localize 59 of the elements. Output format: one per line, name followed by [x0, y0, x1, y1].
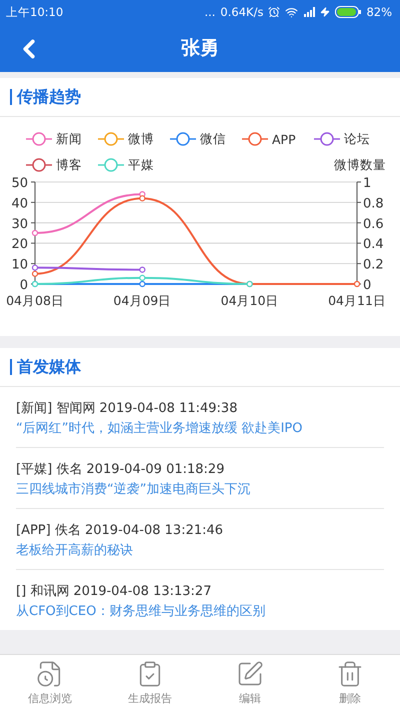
y-tick-label: 50 [11, 176, 28, 191]
x-tick-label: 04月09日 [113, 293, 172, 308]
y2-tick-label: 0.8 [363, 196, 384, 212]
x-tick-label: 04月08日 [6, 293, 64, 308]
section-title: 传播趋势 [10, 89, 81, 105]
x-tick-label: 04月10日 [220, 293, 279, 308]
legend-item[interactable]: 论坛 [314, 130, 386, 148]
source-info: [新闻] 智闻网 2019-04-08 11:49:38 [16, 400, 238, 418]
battery-percent: 82% [366, 5, 392, 19]
line-chart: 0 10 20 30 40 50 0 0.2 0.4 0.6 0.8 1 04月08日 04月09日 04月10日 04月11日 [0, 174, 400, 318]
y-tick-label: 0 [20, 278, 28, 293]
wifi-icon [285, 6, 298, 18]
alarm-icon [268, 6, 280, 18]
y-tick-label: 20 [11, 237, 28, 252]
network-speed: 0.64K/s [220, 5, 264, 19]
tab-button[interactable]: 删除 [300, 655, 400, 711]
article-link[interactable]: 从CFO到CEO：财务思维与业务思维的区别 [16, 602, 384, 622]
legend-item[interactable]: 微博 [98, 130, 170, 148]
article-link[interactable]: 老板给开高薪的秘诀 [16, 541, 384, 561]
section-title: 首发媒体 [10, 359, 81, 375]
tab-button[interactable]: 生成报告 [100, 655, 200, 711]
point [354, 280, 360, 288]
axis-title: 微博数量 [334, 157, 386, 174]
y2-tick-label: 0.6 [363, 216, 384, 232]
tab-button[interactable]: 信息浏览 [0, 655, 100, 711]
source-info: [平媒] 佚名 2019-04-09 01:18:29 [16, 461, 226, 479]
y2-tick-label: 1 [363, 176, 372, 191]
status-dots: ... [204, 5, 216, 19]
source-info: [APP] 佚名 2019-04-08 13:21:46 [16, 522, 224, 540]
article-link[interactable]: 三四线城市消费“逆袭”加速电商巨头下沉 [16, 480, 384, 500]
legend-item[interactable]: 平媒 [98, 156, 170, 174]
point [139, 266, 146, 273]
page-title: 张勇 [181, 36, 219, 61]
point [139, 195, 146, 202]
point [139, 280, 146, 288]
y-tick-label: 30 [11, 216, 28, 232]
x-tick-label: 04月11日 [328, 293, 386, 308]
article-link[interactable]: “后网红”时代，如涵主营业务增速放缓 欲赴美IPO [16, 419, 384, 439]
tab-button[interactable]: 编辑 [200, 655, 300, 711]
legend-item[interactable]: APP [242, 130, 314, 148]
legend-item[interactable]: 微信 [170, 130, 242, 148]
battery-icon [335, 6, 362, 18]
charging-icon [320, 7, 330, 17]
point [32, 270, 38, 277]
legend-item[interactable]: 新闻 [26, 130, 98, 148]
point [32, 264, 38, 271]
y2-tick-label: 0 [363, 278, 372, 293]
legend-item[interactable]: 博客 [26, 156, 98, 174]
source-info: [] 和讯网 2019-04-08 13:13:27 [16, 583, 212, 601]
point [32, 230, 38, 236]
edit-icon [236, 660, 264, 688]
point [139, 274, 146, 281]
y2-tick-label: 0.4 [363, 237, 384, 252]
trash-icon [336, 660, 364, 688]
signal-icon [303, 6, 316, 18]
y-tick-label: 10 [11, 258, 28, 273]
y2-tick-label: 0.2 [363, 258, 384, 273]
status-time: 上午10:10 [6, 4, 64, 20]
y-tick-label: 40 [11, 196, 28, 212]
